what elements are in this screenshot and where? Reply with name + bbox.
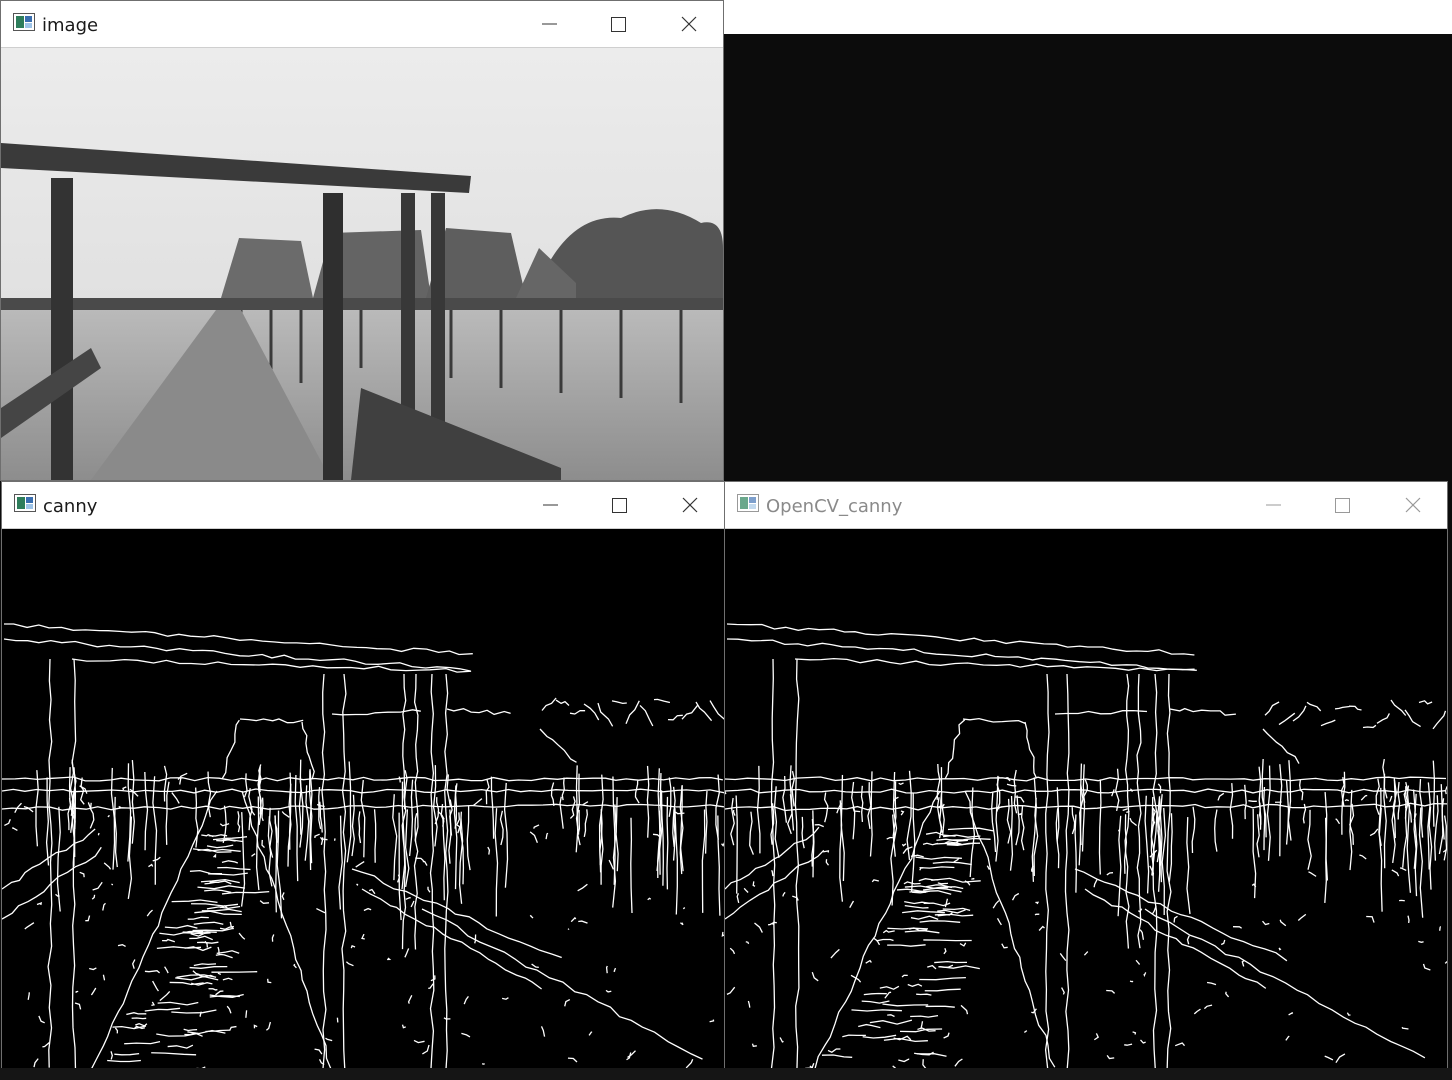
canny-window: canny xyxy=(1,481,725,1070)
image-canvas xyxy=(1,48,723,480)
minimize-button[interactable] xyxy=(1250,482,1296,528)
edge-lines xyxy=(725,623,1447,1069)
window-title: canny xyxy=(43,496,98,517)
maximize-icon xyxy=(611,17,626,32)
maximize-button[interactable] xyxy=(595,1,641,47)
maximize-button[interactable] xyxy=(596,482,642,528)
maximize-icon xyxy=(612,498,627,513)
minimize-button[interactable] xyxy=(526,1,572,47)
minimize-icon xyxy=(1266,504,1281,506)
window-title: OpenCV_canny xyxy=(766,496,903,517)
close-button[interactable] xyxy=(1390,482,1436,528)
edge-lines xyxy=(2,623,724,1069)
maximize-button[interactable] xyxy=(1319,482,1365,528)
app-icon xyxy=(737,494,759,512)
opencv-canny-window: OpenCV_canny xyxy=(724,481,1448,1070)
canny-edge-image xyxy=(2,623,724,1069)
minimize-icon xyxy=(542,23,557,25)
opencv-canny-canvas xyxy=(725,529,1447,1069)
window-title: image xyxy=(42,15,99,36)
close-icon xyxy=(682,497,698,513)
opencv-canny-titlebar[interactable]: OpenCV_canny xyxy=(725,482,1447,529)
image-titlebar[interactable]: image xyxy=(1,1,723,48)
minimize-button[interactable] xyxy=(527,482,573,528)
app-icon xyxy=(14,494,36,512)
taskbar-strip xyxy=(0,1068,1452,1080)
close-button[interactable] xyxy=(666,1,712,47)
minimize-icon xyxy=(543,504,558,506)
maximize-icon xyxy=(1335,498,1350,513)
canny-titlebar[interactable]: canny xyxy=(2,482,724,529)
desktop-top-strip xyxy=(723,0,1452,34)
close-icon xyxy=(681,16,697,32)
opencv-canny-edge-image xyxy=(725,623,1447,1069)
canny-canvas xyxy=(2,529,724,1069)
image-window: image xyxy=(0,0,724,481)
app-icon xyxy=(13,13,35,31)
close-icon xyxy=(1405,497,1421,513)
grayscale-photo xyxy=(1,48,723,480)
close-button[interactable] xyxy=(667,482,713,528)
